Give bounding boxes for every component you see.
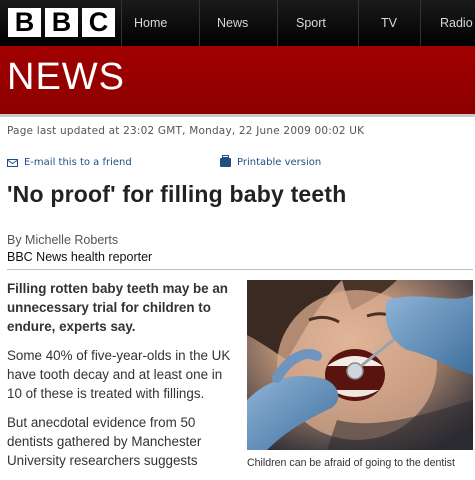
article-author-role: BBC News health reporter	[7, 250, 153, 264]
child-at-dentist-illustration	[247, 280, 473, 450]
printable-version-link[interactable]: Printable version	[220, 155, 322, 168]
story-tools: E-mail this to a friend Printable versio…	[7, 155, 467, 173]
byline-divider	[7, 269, 473, 270]
logo-letter: B	[45, 8, 78, 37]
top-navigation-bar: B B C Home News Sport TV Radio	[0, 0, 475, 46]
news-section-banner[interactable]: NEWS	[0, 46, 475, 114]
nav-radio-link[interactable]: Radio	[440, 0, 473, 46]
article-paragraph: Some 40% of five-year-olds in the UK hav…	[7, 348, 231, 401]
email-icon	[7, 158, 18, 167]
banner-divider	[0, 114, 475, 117]
logo-letter: C	[82, 8, 115, 37]
nav-sport-link[interactable]: Sport	[296, 0, 326, 46]
nav-news-link[interactable]: News	[217, 0, 248, 46]
nav-divider	[121, 0, 122, 46]
nav-divider	[420, 0, 421, 46]
nav-divider	[277, 0, 278, 46]
printable-version-label: Printable version	[237, 157, 322, 168]
article-body: Filling rotten baby teeth may be an unne…	[7, 279, 239, 480]
nav-tv-link[interactable]: TV	[381, 0, 397, 46]
article-author: By Michelle Roberts	[7, 233, 119, 247]
logo-letter: B	[8, 8, 41, 37]
nav-divider	[358, 0, 359, 46]
photo-caption: Children can be afraid of going to the d…	[247, 457, 455, 469]
nav-home-link[interactable]: Home	[134, 0, 167, 46]
email-link[interactable]: E-mail this to a friend	[7, 157, 132, 168]
article-intro: Filling rotten baby teeth may be an unne…	[7, 281, 228, 334]
article-photo	[247, 280, 473, 450]
article-paragraph: But anecdotal evidence from 50 dentists …	[7, 415, 202, 468]
printer-icon	[220, 155, 231, 167]
bbc-logo[interactable]: B B C	[8, 8, 115, 37]
article-headline: 'No proof' for filling baby teeth	[7, 181, 347, 207]
page-updated-timestamp: Page last updated at 23:02 GMT, Monday, …	[7, 125, 365, 137]
nav-divider	[199, 0, 200, 46]
news-section-title: NEWS	[7, 56, 125, 98]
email-link-label: E-mail this to a friend	[24, 157, 132, 168]
